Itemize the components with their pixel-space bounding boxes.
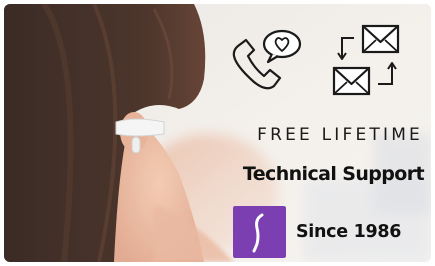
since-year-label: Since 1986 (296, 222, 402, 242)
brand-logo-icon (233, 206, 286, 258)
support-banner[interactable]: FREE LIFETIME Technical Support Since 19… (4, 4, 431, 262)
headline: FREE LIFETIME (257, 125, 423, 145)
exchange-envelopes-icon (332, 24, 400, 96)
subheadline: Technical Support (242, 163, 425, 185)
phone-with-heart-bubble-icon (232, 29, 302, 90)
